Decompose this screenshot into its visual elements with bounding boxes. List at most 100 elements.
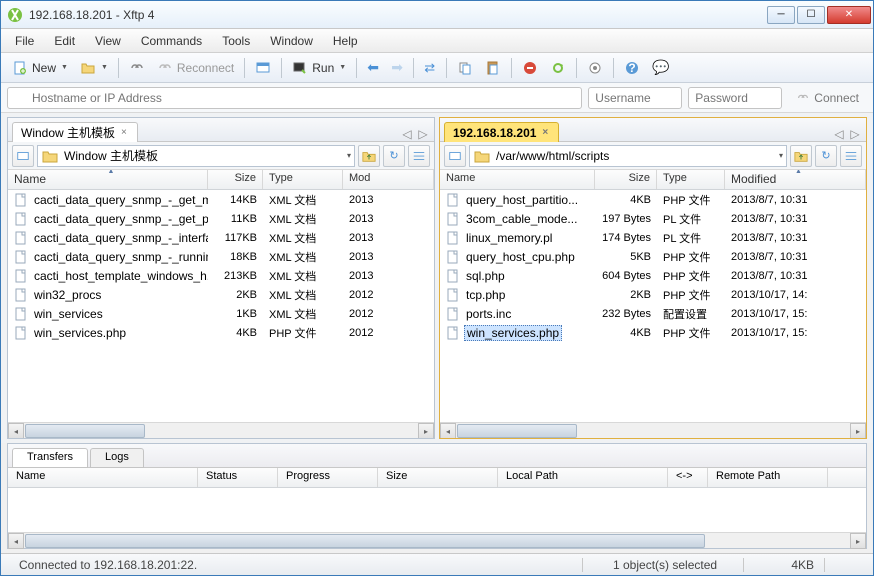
remote-tab[interactable]: 192.168.18.201 × <box>444 122 559 142</box>
help-button[interactable]: ? <box>619 57 645 79</box>
tab-prev-icon[interactable]: ◁ <box>400 127 414 141</box>
file-icon <box>446 326 460 340</box>
col-size[interactable]: Size <box>595 170 657 189</box>
copy-button[interactable] <box>452 57 478 79</box>
col-size[interactable]: Size <box>208 170 263 189</box>
folder-open-icon <box>80 60 96 76</box>
file-icon <box>14 231 28 245</box>
col-type[interactable]: Type <box>657 170 725 189</box>
folder-icon <box>42 149 58 163</box>
refresh-icon: ↻ <box>389 149 398 162</box>
file-row[interactable]: 3com_cable_mode...197 BytesPL 文件2013/8/7… <box>440 209 866 228</box>
paste-button[interactable] <box>480 57 506 79</box>
tab-close-icon[interactable]: × <box>542 127 548 138</box>
password-input[interactable] <box>688 87 782 109</box>
file-row[interactable]: win_services1KBXML 文档2012 <box>8 304 434 323</box>
local-hscrollbar[interactable]: ◂ ▸ <box>8 422 434 438</box>
file-row[interactable]: ports.inc232 Bytes配置设置2013/10/17, 15: <box>440 304 866 323</box>
view-mode-button[interactable] <box>408 145 430 167</box>
close-button[interactable]: ✕ <box>827 6 871 24</box>
refresh-button[interactable] <box>545 57 571 79</box>
tab-transfers[interactable]: Transfers <box>12 448 88 468</box>
tab-close-icon[interactable]: × <box>121 127 127 138</box>
file-icon <box>14 269 28 283</box>
menu-window[interactable]: Window <box>260 31 323 51</box>
about-button[interactable]: 💬 <box>647 57 674 79</box>
transfers-hscrollbar[interactable]: ◂ ▸ <box>8 532 866 548</box>
file-row[interactable]: win_services.php4KBPHP 文件2012 <box>8 323 434 342</box>
tab-next-icon[interactable]: ▷ <box>848 127 862 141</box>
gear-icon <box>587 60 603 76</box>
col-type[interactable]: Type <box>263 170 343 189</box>
transfer-col[interactable]: Progress <box>278 468 378 487</box>
history-button[interactable] <box>12 145 34 167</box>
menu-view[interactable]: View <box>85 31 131 51</box>
local-tab[interactable]: Window 主机模板 × <box>12 122 138 142</box>
remote-path-combo[interactable]: /var/www/html/scripts ▾ <box>469 145 787 167</box>
tab-logs[interactable]: Logs <box>90 448 144 468</box>
file-row[interactable]: cacti_data_query_snmp_-_get_pr...11KBXML… <box>8 209 434 228</box>
menu-file[interactable]: File <box>5 31 44 51</box>
transfer-col[interactable]: Remote Path <box>708 468 828 487</box>
file-row[interactable]: linux_memory.pl174 BytesPL 文件2013/8/7, 1… <box>440 228 866 247</box>
remote-file-header: Name Size Type Modified▲ <box>440 170 866 190</box>
username-input[interactable] <box>588 87 682 109</box>
toolbar: New ▼ ▼ Reconnect Run ▼ ⬅ ➡ ⇄ ? � <box>1 53 873 83</box>
menu-help[interactable]: Help <box>323 31 368 51</box>
transfer-col[interactable]: Name <box>8 468 198 487</box>
col-name[interactable]: Name <box>440 170 595 189</box>
options-button[interactable] <box>582 57 608 79</box>
reconnect-button[interactable]: Reconnect <box>152 57 239 79</box>
local-path-combo[interactable]: Window 主机模板 ▾ <box>37 145 355 167</box>
file-icon <box>14 193 28 207</box>
transfer-col[interactable]: Size <box>378 468 498 487</box>
transfer-col[interactable]: Local Path <box>498 468 668 487</box>
minimize-button[interactable]: ─ <box>767 6 795 24</box>
refresh-pane-button[interactable]: ↻ <box>383 145 405 167</box>
menu-edit[interactable]: Edit <box>44 31 85 51</box>
view-mode-button[interactable] <box>840 145 862 167</box>
run-button[interactable]: Run ▼ <box>287 57 351 79</box>
remote-hscrollbar[interactable]: ◂ ▸ <box>440 422 866 438</box>
menu-tools[interactable]: Tools <box>212 31 260 51</box>
sessions-button[interactable] <box>250 57 276 79</box>
menu-commands[interactable]: Commands <box>131 31 212 51</box>
col-modified[interactable]: Modified▲ <box>725 170 866 189</box>
file-row[interactable]: win_services.php4KBPHP 文件2013/10/17, 15: <box>440 323 866 342</box>
file-row[interactable]: query_host_partitio...4KBPHP 文件2013/8/7,… <box>440 190 866 209</box>
properties-button[interactable] <box>124 57 150 79</box>
up-folder-button[interactable] <box>790 145 812 167</box>
tab-next-icon[interactable]: ▷ <box>416 127 430 141</box>
transfer-col[interactable]: <-> <box>668 468 708 487</box>
status-selection: 1 object(s) selected <box>603 558 743 572</box>
maximize-button[interactable]: ☐ <box>797 6 825 24</box>
col-name[interactable]: Name▲ <box>8 170 208 189</box>
file-row[interactable]: cacti_data_query_snmp_-_runnin...18KBXML… <box>8 247 434 266</box>
status-size: 4KB <box>764 558 824 572</box>
history-button[interactable] <box>444 145 466 167</box>
history-icon <box>16 149 30 163</box>
file-row[interactable]: cacti_host_template_windows_h...213KBXML… <box>8 266 434 285</box>
sync-button[interactable]: ⇄ <box>419 57 441 79</box>
list-icon <box>844 149 858 163</box>
stop-button[interactable] <box>517 57 543 79</box>
file-row[interactable]: query_host_cpu.php5KBPHP 文件2013/8/7, 10:… <box>440 247 866 266</box>
refresh-pane-button[interactable]: ↻ <box>815 145 837 167</box>
back-button[interactable]: ⬅ <box>362 57 384 79</box>
col-modified[interactable]: Mod <box>343 170 434 189</box>
connect-button[interactable]: Connect <box>788 87 867 109</box>
file-row[interactable]: win32_procs2KBXML 文档2012 <box>8 285 434 304</box>
paste-icon <box>485 60 501 76</box>
refresh-icon: ↻ <box>821 149 830 162</box>
forward-button[interactable]: ➡ <box>386 57 408 79</box>
file-row[interactable]: cacti_data_query_snmp_-_interfa...117KBX… <box>8 228 434 247</box>
file-row[interactable]: tcp.php2KBPHP 文件2013/10/17, 14: <box>440 285 866 304</box>
host-input[interactable] <box>7 87 582 109</box>
transfer-col[interactable]: Status <box>198 468 278 487</box>
file-row[interactable]: cacti_data_query_snmp_-_get_m...14KBXML … <box>8 190 434 209</box>
open-button[interactable]: ▼ <box>75 57 113 79</box>
new-button[interactable]: New ▼ <box>7 57 73 79</box>
tab-prev-icon[interactable]: ◁ <box>832 127 846 141</box>
file-row[interactable]: sql.php604 BytesPHP 文件2013/8/7, 10:31 <box>440 266 866 285</box>
up-folder-button[interactable] <box>358 145 380 167</box>
